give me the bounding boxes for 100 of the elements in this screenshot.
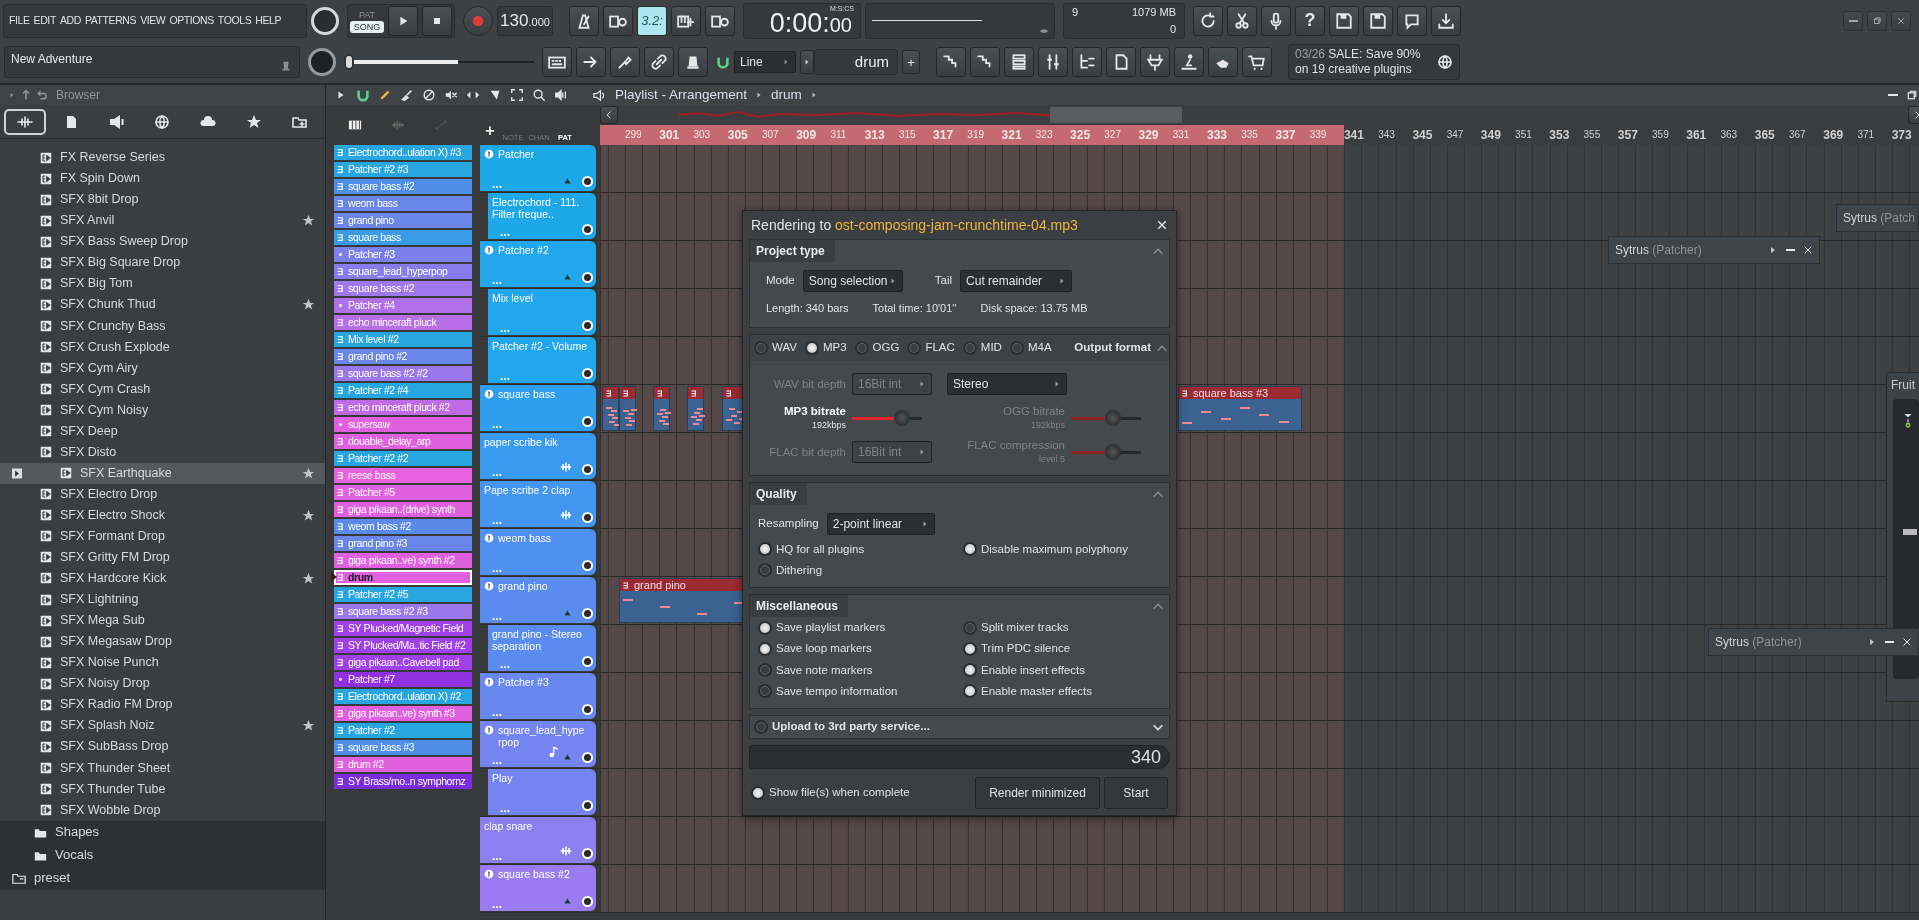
pattern-item[interactable]: SY Plucked/Magnetic Field	[334, 621, 472, 636]
browser-item[interactable]: SFX Electro Drop	[60, 484, 158, 504]
browser-item[interactable]: SFX Formant Drop	[60, 527, 165, 546]
track-header[interactable]: Patcher #2 ...	[480, 241, 596, 287]
track-header[interactable]: grand pino - Stereo separation ...	[488, 625, 596, 671]
pattern-breadcrumb[interactable]: drum	[771, 84, 802, 106]
browser-item[interactable]: SFX Cym Crash	[60, 379, 151, 399]
pattern-item[interactable]: SY Brass/mo..n symphornz	[334, 774, 472, 789]
pattern-item[interactable]: Electrochord..ulation X) #3	[334, 145, 472, 160]
browser-folder[interactable]: preset	[34, 868, 71, 888]
track-menu[interactable]: ...	[492, 756, 502, 765]
track-menu[interactable]: ...	[492, 852, 502, 861]
pattern-clip[interactable]: square bass #3	[1178, 386, 1302, 431]
help-button[interactable]: ?	[1295, 5, 1325, 36]
pattern-item[interactable]: square bass #2	[334, 281, 472, 296]
tail-dropdown[interactable]: Cut remainder	[960, 270, 1073, 292]
pattern-item[interactable]: SY Plucked/Ma..tic Field #2	[334, 638, 472, 653]
pattern-item[interactable]: weom bass #2	[334, 519, 472, 534]
track-menu[interactable]: ...	[492, 612, 502, 621]
browser-item[interactable]: SFX Megasaw Drop	[60, 632, 172, 651]
browser-item[interactable]: FX Spin Down	[60, 169, 140, 188]
tempo-display[interactable]: 130.000	[497, 5, 553, 36]
browser-item[interactable]: SFX Chunk Thud	[60, 295, 156, 315]
track-header[interactable]: Patcher ...	[480, 145, 596, 191]
pattern-item[interactable]: grand pino	[334, 213, 472, 228]
browser-item[interactable]: SFX Wobble Drop	[60, 800, 161, 820]
pattern-item[interactable]: Electrochord..ulation X) #2	[334, 689, 472, 704]
track-menu[interactable]: ...	[500, 372, 510, 381]
pattern-item[interactable]: reese bass	[334, 468, 472, 483]
pattern-item[interactable]: square bass #2	[334, 179, 472, 194]
track-header[interactable]: paper scribe kik ...	[480, 433, 596, 479]
pattern-selector[interactable]: drum	[814, 49, 898, 76]
pattern-item[interactable]: giga pikaan..(drive) synth	[334, 502, 472, 517]
browser-item[interactable]: SFX Crush Explode	[60, 337, 170, 357]
pattern-item[interactable]: giga pikaan..ve) synth #2	[334, 553, 472, 568]
track-header[interactable]: Patcher #3 ...	[480, 673, 596, 719]
pattern-item[interactable]: Patcher #5	[334, 485, 472, 500]
pattern-item[interactable]: grand pino #2	[334, 349, 472, 364]
track-menu[interactable]: ...	[492, 708, 502, 717]
browser-item[interactable]: SFX Earthquake	[80, 463, 172, 483]
track-menu[interactable]: ...	[492, 420, 502, 429]
track-menu[interactable]: ...	[492, 564, 502, 573]
browser-item[interactable]: SFX Deep	[60, 421, 118, 441]
track-header[interactable]: Electrochord - 111. Filter freque.. ...	[488, 193, 596, 239]
pattern-item[interactable]: giga pikaan..ve) synth #3	[334, 706, 472, 721]
pattern-item[interactable]: supersaw	[334, 417, 472, 432]
pattern-item[interactable]: Patcher #7	[334, 672, 472, 687]
menu-item[interactable]: OPTIONS	[169, 12, 214, 29]
pattern-item[interactable]: drum	[334, 570, 472, 585]
project-title-field[interactable]: New Adventure	[4, 46, 300, 79]
menu-item[interactable]: EDIT	[33, 12, 56, 29]
snap-dropdown[interactable]: Line	[734, 51, 796, 74]
pattern-item[interactable]: square bass #2 #3	[334, 604, 472, 619]
pattern-item[interactable]: square bass #3	[334, 740, 472, 755]
browser-item[interactable]: FX Reverse Series	[60, 148, 165, 167]
pattern-item[interactable]: Patcher #2 #2	[334, 451, 472, 466]
track-menu[interactable]: ...	[492, 276, 502, 285]
browser-item[interactable]: SFX Lightning	[60, 590, 139, 609]
pattern-item[interactable]: grand pino #3	[334, 536, 472, 551]
browser-folder[interactable]: Shapes	[55, 822, 100, 842]
browser-item[interactable]: SFX Cym Airy	[60, 358, 138, 378]
track-header[interactable]: Patcher #2 - Volume ...	[488, 337, 596, 383]
pattern-item[interactable]: square bass #2 #2	[334, 366, 472, 381]
pattern-item[interactable]: giga pikaan..Cavebell pad	[334, 655, 472, 670]
track-menu[interactable]: ...	[492, 180, 502, 189]
browser-item[interactable]: SFX Big Tom	[60, 274, 133, 294]
mode-toggle[interactable]: SONG	[350, 20, 384, 33]
add-track-button[interactable]: +	[480, 119, 500, 143]
browser-item[interactable]: SFX Mega Sub	[60, 611, 145, 630]
track-menu[interactable]: ...	[500, 324, 510, 333]
browser-item[interactable]: SFX Electro Shock	[60, 505, 165, 525]
track-header[interactable]: Pape scribe 2 clap ...	[480, 481, 596, 527]
browser-item[interactable]: SFX Hardcore Kick	[60, 569, 167, 588]
pattern-item[interactable]: douable_delay_arp	[334, 434, 472, 449]
track-menu[interactable]: ...	[492, 516, 502, 525]
pattern-item[interactable]: echo minceraft pluck	[334, 315, 472, 330]
pattern-item[interactable]: square bass	[334, 230, 472, 245]
browser-item[interactable]: SFX Radio FM Drop	[60, 695, 173, 715]
render-minimized-button[interactable]: Render minimized	[975, 777, 1100, 809]
browser-item[interactable]: SFX Gritty FM Drop	[60, 548, 170, 567]
track-menu[interactable]: ...	[492, 900, 502, 909]
browser-item[interactable]: SFX Noisy Drop	[60, 674, 150, 694]
pattern-item[interactable]: weom bass	[334, 196, 472, 211]
browser-item[interactable]: SFX Noise Punch	[60, 653, 159, 672]
setting-dropdown[interactable]: Stereo	[947, 372, 1067, 395]
menu-item[interactable]: VIEW	[140, 12, 166, 29]
menu-item[interactable]: TOOLS	[217, 12, 252, 29]
pattern-item[interactable]: Patcher #2 #5	[334, 587, 472, 602]
browser-item[interactable]: SFX Thunder Sheet	[60, 758, 171, 778]
plugin-dialog[interactable]: Sytrus (Patcher)	[1608, 236, 1820, 264]
browser-item[interactable]: SFX Thunder Tube	[60, 779, 166, 799]
track-header[interactable]: square bass #2 ...	[480, 865, 596, 911]
pattern-item[interactable]: Mix level #2	[334, 332, 472, 347]
menu-item[interactable]: HELP	[255, 12, 282, 29]
start-button[interactable]: Start	[1104, 777, 1168, 809]
menu-item[interactable]: ADD	[59, 12, 81, 29]
browser-item[interactable]: SFX 8bit Drop	[60, 190, 139, 209]
pattern-item[interactable]: Patcher #2	[334, 723, 472, 738]
resampling-dropdown[interactable]: 2-point linear	[826, 512, 935, 535]
browser-item[interactable]: SFX Splash Noiz	[60, 716, 155, 736]
